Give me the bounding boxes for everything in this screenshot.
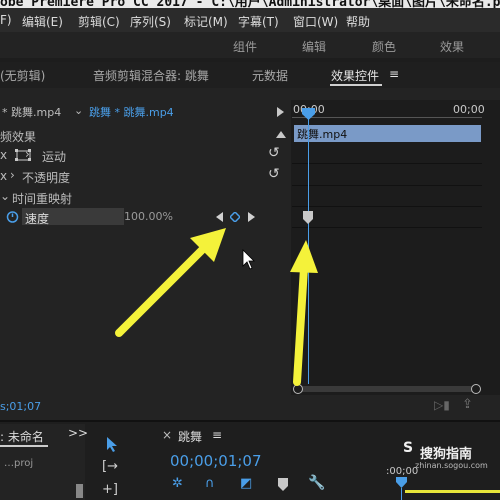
annotation-overlay <box>115 228 318 386</box>
yellow-arrow-right <box>290 240 318 386</box>
yellow-arrow-left <box>115 228 226 337</box>
mouse-cursor-icon <box>242 249 255 270</box>
